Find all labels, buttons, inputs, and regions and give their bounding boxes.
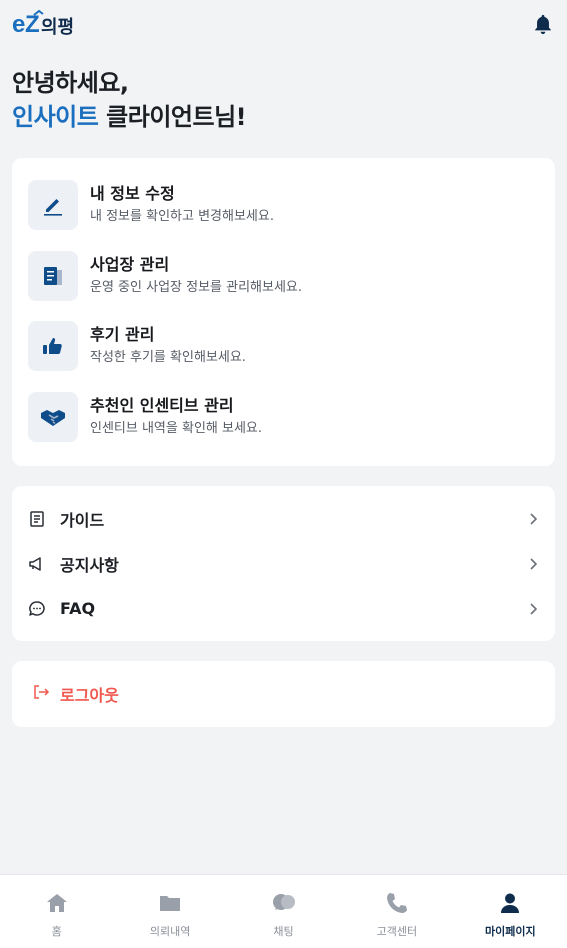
tab-label: 마이페이지: [485, 925, 536, 938]
svg-text:Z: Z: [25, 11, 40, 38]
bottom-tab-bar: 홈 의뢰내역 채팅 고객센터 마이페이지: [0, 874, 567, 948]
user-icon: [498, 891, 522, 919]
tab-home[interactable]: 홈: [0, 875, 113, 948]
bell-icon[interactable]: [531, 12, 555, 36]
app-logo[interactable]: e Z 의평: [12, 9, 86, 39]
guide-icon: [28, 510, 52, 528]
chevron-right-icon: [523, 557, 539, 571]
link-notice[interactable]: 공지사항: [28, 541, 539, 586]
logout-icon: [32, 683, 50, 705]
tab-label: 의뢰내역: [149, 925, 191, 938]
greeting: 안녕하세요, 인사이트 클라이언트님!: [0, 48, 567, 134]
chevron-right-icon: [523, 512, 539, 526]
logout-button[interactable]: 로그아웃: [12, 661, 555, 727]
link-guide[interactable]: 가이드: [28, 496, 539, 541]
svg-text:e: e: [12, 11, 25, 38]
megaphone-icon: [28, 555, 52, 573]
menu-title: 추천인 인센티브 관리: [90, 395, 234, 415]
menu-desc: 인센티브 내역을 확인해 보세요.: [90, 420, 263, 436]
chat-icon: [271, 891, 297, 919]
link-label: 가이드: [60, 510, 105, 530]
app-header: e Z 의평: [0, 0, 567, 48]
greeting-line2: 인사이트 클라이언트님!: [12, 100, 555, 134]
menu-business[interactable]: 사업장 관리 운영 중인 사업장 정보를 관리해보세요.: [28, 241, 539, 312]
phone-icon: [385, 891, 409, 919]
menu-desc: 운영 중인 사업장 정보를 관리해보세요.: [90, 279, 303, 295]
handshake-icon: [28, 391, 78, 442]
edit-icon: [28, 180, 78, 231]
tab-mypage[interactable]: 마이페이지: [454, 875, 567, 948]
tab-label: 홈: [51, 925, 62, 938]
logout-label: 로그아웃: [60, 686, 119, 705]
link-label: FAQ: [60, 599, 96, 618]
greeting-suffix: 클라이언트님!: [98, 103, 247, 131]
company-name: 인사이트: [12, 103, 99, 131]
menu-edit-profile[interactable]: 내 정보 수정 내 정보를 확인하고 변경해보세요.: [28, 170, 539, 241]
menu-title: 후기 관리: [90, 325, 155, 345]
link-faq[interactable]: FAQ: [28, 586, 539, 631]
thumbs-up-icon: [28, 321, 78, 372]
menu-desc: 내 정보를 확인하고 변경해보세요.: [90, 209, 274, 225]
menu-title: 내 정보 수정: [90, 184, 175, 204]
tab-chat[interactable]: 채팅: [227, 875, 340, 948]
home-icon: [45, 891, 69, 919]
tab-label: 고객센터: [376, 925, 418, 938]
menu-desc: 작성한 후기를 확인해보세요.: [90, 350, 246, 366]
chat-question-icon: [28, 600, 52, 618]
document-icon: [28, 250, 78, 301]
menu-reviews[interactable]: 후기 관리 작성한 후기를 확인해보세요.: [28, 311, 539, 382]
chevron-right-icon: [523, 602, 539, 616]
menu-referral[interactable]: 추천인 인센티브 관리 인센티브 내역을 확인해 보세요.: [28, 382, 539, 453]
links-card: 가이드 공지사항 FAQ: [12, 486, 555, 641]
folder-icon: [158, 891, 182, 919]
greeting-line1: 안녕하세요,: [12, 69, 129, 97]
tab-support[interactable]: 고객센터: [340, 875, 453, 948]
menu-title: 사업장 관리: [90, 254, 170, 274]
tab-requests[interactable]: 의뢰내역: [113, 875, 226, 948]
svg-text:의평: 의평: [41, 17, 74, 38]
logo-icon: e Z 의평: [12, 9, 74, 38]
profile-menu-card: 내 정보 수정 내 정보를 확인하고 변경해보세요. 사업장 관리 운영 중인 …: [12, 158, 555, 466]
tab-label: 채팅: [273, 925, 294, 938]
link-label: 공지사항: [60, 555, 119, 575]
